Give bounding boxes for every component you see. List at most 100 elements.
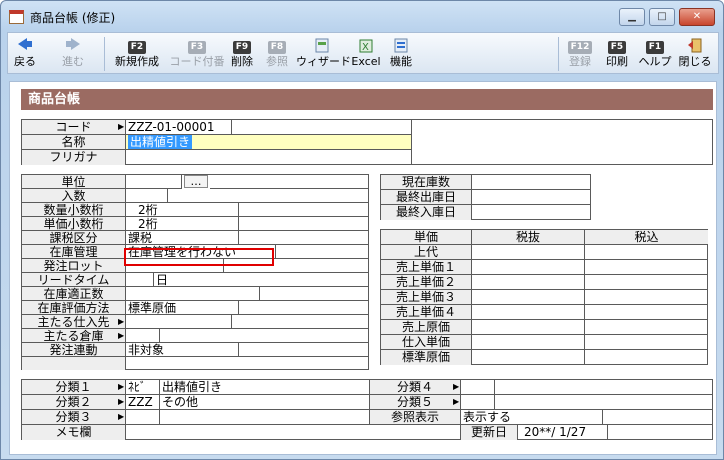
- lead-time-field[interactable]: [126, 273, 154, 287]
- qty-decimal-label: 数量小数桁: [22, 203, 126, 217]
- code-number-label: コード付番: [169, 55, 225, 68]
- close-window-button[interactable]: ✕: [679, 8, 715, 26]
- code-arrow-icon[interactable]: ▶: [118, 120, 124, 134]
- f8-key-icon: F8: [267, 41, 287, 54]
- class4-arrow-icon[interactable]: ▶: [453, 380, 459, 394]
- ref-display-field[interactable]: 表示する: [461, 410, 603, 425]
- name-label: 名称: [22, 135, 126, 150]
- eval-method-field[interactable]: 標準原価: [126, 301, 239, 315]
- f1-key-icon: F1: [645, 41, 665, 54]
- back-button[interactable]: 戻る: [10, 35, 40, 73]
- class2-code[interactable]: ZZZ: [126, 395, 160, 410]
- class4-code[interactable]: [461, 380, 495, 395]
- price-ex-cell[interactable]: [472, 320, 585, 335]
- price-row-label: 売上単価３: [381, 290, 472, 305]
- f2-key-icon: F2: [127, 41, 147, 54]
- code-field[interactable]: ZZZ-01-00001: [126, 120, 232, 135]
- price-ex-cell[interactable]: [472, 275, 585, 290]
- main-warehouse-field[interactable]: [126, 329, 160, 343]
- code-number-button[interactable]: F3 コード付番: [168, 35, 226, 73]
- warehouse-arrow-icon[interactable]: ▶: [118, 329, 124, 343]
- back-label: 戻る: [14, 55, 36, 68]
- price-ex-cell[interactable]: [472, 305, 585, 320]
- price-ex-cell[interactable]: [472, 245, 585, 260]
- eval-method-label: 在庫評価方法: [22, 301, 126, 315]
- qty-decimal-field[interactable]: 2桁: [126, 203, 239, 217]
- class3-code[interactable]: [126, 410, 160, 425]
- main-supplier-field[interactable]: [126, 315, 232, 329]
- class2-arrow-icon[interactable]: ▶: [118, 395, 124, 409]
- class1-label: 分類１: [22, 380, 126, 395]
- class5-code[interactable]: [461, 395, 495, 410]
- price-in-cell[interactable]: [585, 305, 708, 320]
- price-in-cell[interactable]: [585, 320, 708, 335]
- excel-button[interactable]: X Excel: [350, 35, 382, 73]
- supplier-arrow-icon[interactable]: ▶: [118, 315, 124, 329]
- current-stock-field: [472, 175, 591, 190]
- order-link-label: 発注連動: [22, 343, 126, 357]
- f12-key-icon: F12: [567, 41, 593, 54]
- function-label: 機能: [390, 55, 412, 68]
- price-in-cell[interactable]: [585, 245, 708, 260]
- updated-field: 20**/ 1/27: [518, 425, 608, 440]
- f9-key-icon: F9: [232, 41, 252, 54]
- new-button[interactable]: F2 新規作成: [110, 35, 164, 73]
- help-button[interactable]: F1 ヘルプ: [638, 35, 672, 73]
- lead-time-label: リードタイム: [22, 273, 126, 287]
- memo-field[interactable]: [126, 425, 461, 440]
- unit-field[interactable]: [126, 175, 182, 189]
- price-ex-cell[interactable]: [472, 335, 585, 350]
- price-in-cell[interactable]: [585, 275, 708, 290]
- price-decimal-field[interactable]: 2桁: [126, 217, 239, 231]
- lead-time-unit: 日: [154, 273, 369, 287]
- toolbar-separator: [558, 37, 559, 71]
- register-button[interactable]: F12 登録: [565, 35, 595, 73]
- forward-button[interactable]: 進む: [58, 35, 88, 73]
- tax-field[interactable]: 課税: [126, 231, 239, 245]
- class1-arrow-icon[interactable]: ▶: [118, 380, 124, 394]
- price-in-cell[interactable]: [585, 350, 708, 365]
- price-ex-cell[interactable]: [472, 350, 585, 365]
- detail-blank-label: [22, 357, 126, 370]
- refer-label: 参照: [266, 55, 288, 68]
- price-in-cell[interactable]: [585, 335, 708, 350]
- wizard-button[interactable]: ウィザード: [296, 35, 351, 73]
- print-button[interactable]: F5 印刷: [602, 35, 632, 73]
- class5-label: 分類５: [370, 395, 461, 410]
- minimize-button[interactable]: ▁: [619, 8, 645, 26]
- function-button[interactable]: 機能: [386, 35, 416, 73]
- price-row-label: 売上単価１: [381, 260, 472, 275]
- delete-button[interactable]: F9 削除: [228, 35, 256, 73]
- price-col-unit: 単価: [381, 230, 472, 245]
- updated-label: 更新日: [461, 425, 518, 440]
- updated-extra: [608, 425, 713, 440]
- price-ex-cell[interactable]: [472, 260, 585, 275]
- class3-arrow-icon[interactable]: ▶: [118, 410, 124, 424]
- stock-info-group: 現在庫数 最終出庫日 最終入庫日: [380, 174, 591, 220]
- delete-label: 削除: [231, 55, 253, 68]
- price-row-label: 仕入単価: [381, 335, 472, 350]
- forward-arrow-icon: [58, 37, 88, 55]
- furigana-label: フリガナ: [22, 150, 126, 165]
- price-ex-cell[interactable]: [472, 290, 585, 305]
- close-button[interactable]: 閉じる: [676, 35, 714, 73]
- class1-code[interactable]: ﾈﾋﾞ: [126, 380, 160, 395]
- maximize-button[interactable]: □: [649, 8, 675, 26]
- unit-lookup-button[interactable]: …: [184, 175, 208, 188]
- main-warehouse-name: [160, 329, 369, 343]
- order-link-field[interactable]: 非対象: [126, 343, 239, 357]
- price-in-cell[interactable]: [585, 290, 708, 305]
- price-col-ex: 税抜: [472, 230, 585, 245]
- wizard-label: ウィザード: [296, 55, 351, 68]
- name-field[interactable]: 出精値引き: [126, 135, 412, 150]
- proper-stock-field[interactable]: [126, 287, 260, 301]
- excel-label: Excel: [351, 55, 381, 68]
- class5-arrow-icon[interactable]: ▶: [453, 395, 459, 409]
- qty-field[interactable]: [126, 189, 168, 203]
- new-label: 新規作成: [115, 55, 159, 68]
- furigana-field[interactable]: [126, 150, 412, 165]
- refer-button[interactable]: F8 参照: [262, 35, 292, 73]
- proper-stock-label: 在庫適正数: [22, 287, 126, 301]
- class1-name: 出精値引き: [160, 380, 370, 395]
- price-in-cell[interactable]: [585, 260, 708, 275]
